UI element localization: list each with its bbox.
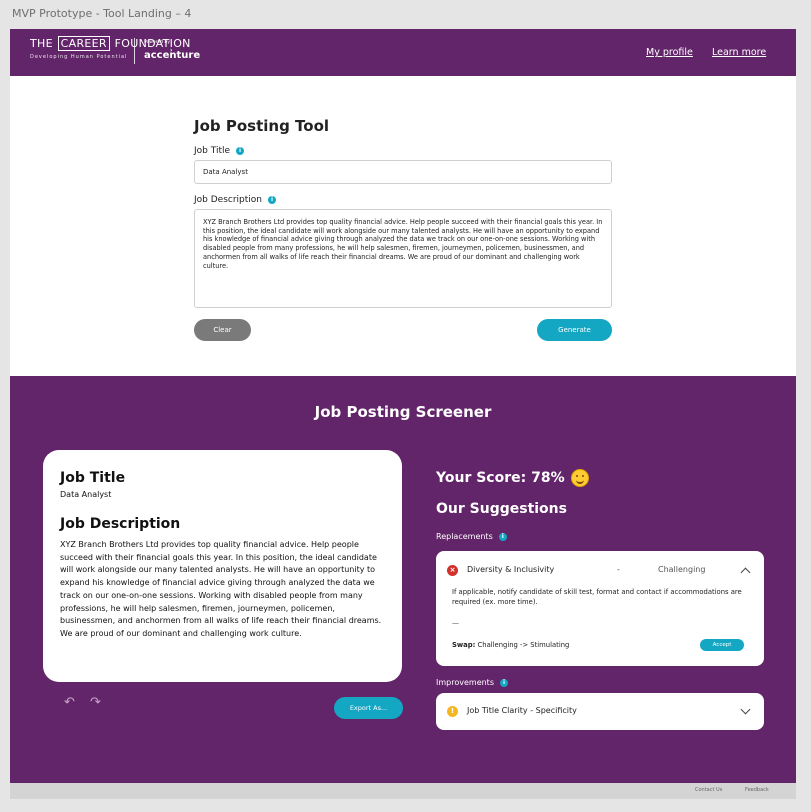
job-description-label-text: Job Description — [194, 195, 262, 205]
improvement-name: Job Title Clarity - Specificity — [467, 706, 577, 715]
replacements-label-text: Replacements — [436, 532, 493, 541]
clear-button[interactable]: Clear — [194, 319, 251, 341]
info-icon[interactable]: i — [268, 196, 276, 204]
close-circle-icon: × — [447, 565, 458, 576]
logo-title-part2: CAREER — [57, 36, 110, 51]
replacement-separator: — — [452, 619, 459, 627]
score-display: Your Score: 78% — [436, 469, 589, 487]
info-icon[interactable]: i — [498, 532, 507, 541]
preview-job-description-text: XYZ Branch Brothers Ltd provides top qua… — [60, 540, 382, 638]
replacements-label: Replacements i — [436, 532, 507, 541]
job-title-input[interactable]: Data Analyst — [194, 160, 612, 184]
smiley-icon — [570, 469, 589, 487]
swap-label: Swap: — [452, 641, 476, 649]
preview-job-title-value: Data Analyst — [60, 490, 112, 499]
info-icon[interactable]: i — [236, 147, 245, 155]
frame-label: MVP Prototype - Tool Landing – 4 — [12, 7, 192, 20]
warning-circle-icon: ! — [447, 706, 458, 717]
footer: Contact Us Feedback — [10, 783, 796, 799]
generate-button[interactable]: Generate — [537, 319, 612, 341]
job-description-textarea[interactable]: XYZ Branch Brothers Ltd provides top qua… — [194, 209, 612, 308]
feedback-link[interactable]: Feedback — [745, 787, 769, 793]
preview-job-title-heading: Job Title — [60, 470, 126, 486]
swap-value: Challenging -> Stimulating — [477, 641, 570, 649]
redo-icon[interactable]: ↷ — [90, 695, 101, 710]
improvements-label-text: Improvements — [436, 678, 494, 687]
accenture-logo: accenture — [144, 50, 201, 61]
learn-more-link[interactable]: Learn more — [712, 47, 766, 58]
replacement-dash: - — [617, 565, 620, 574]
export-button[interactable]: Export As... — [334, 697, 403, 719]
replacement-level: Challenging — [658, 565, 706, 574]
replacement-body: If applicable, notify candidate of skill… — [452, 588, 742, 606]
improvement-card[interactable]: ! Job Title Clarity - Specificity — [436, 693, 764, 730]
chevron-down-icon[interactable] — [740, 704, 751, 715]
job-description-label: Job Description i — [194, 195, 276, 205]
screener-title: Job Posting Screener — [314, 403, 492, 421]
undo-icon[interactable]: ↶ — [64, 695, 75, 710]
job-title-label: Job Title i — [194, 146, 245, 156]
job-title-label-text: Job Title — [194, 146, 231, 156]
preview-job-description-heading: Job Description — [60, 516, 181, 532]
score-text: Your Score: 78% — [436, 470, 565, 486]
replacement-name: Diversity & Inclusivity — [467, 565, 555, 574]
replacement-card: × Diversity & Inclusivity - Challenging … — [436, 551, 764, 666]
logo-divider — [134, 38, 135, 64]
page-frame: THE CAREER FOUNDATION Developing Human P… — [10, 29, 796, 799]
suggestions-title: Our Suggestions — [436, 501, 567, 517]
improvements-label: Improvements i — [436, 678, 508, 687]
accept-button[interactable]: Accept — [700, 639, 744, 651]
preview-card: Job Title Data Analyst Job Description X… — [43, 450, 402, 682]
replacement-swap: Swap: Challenging -> Stimulating — [452, 641, 569, 649]
info-icon[interactable]: i — [499, 678, 508, 687]
logo-title-part1: THE — [30, 37, 53, 50]
tool-title: Job Posting Tool — [194, 117, 330, 135]
powered-by-text: Powered by — [144, 40, 171, 45]
contact-us-link[interactable]: Contact Us — [695, 787, 722, 793]
chevron-up-icon[interactable] — [740, 567, 751, 578]
my-profile-link[interactable]: My profile — [646, 47, 693, 58]
top-header: THE CAREER FOUNDATION Developing Human P… — [10, 29, 796, 76]
screener-section: Job Posting Screener Job Title Data Anal… — [10, 376, 796, 783]
